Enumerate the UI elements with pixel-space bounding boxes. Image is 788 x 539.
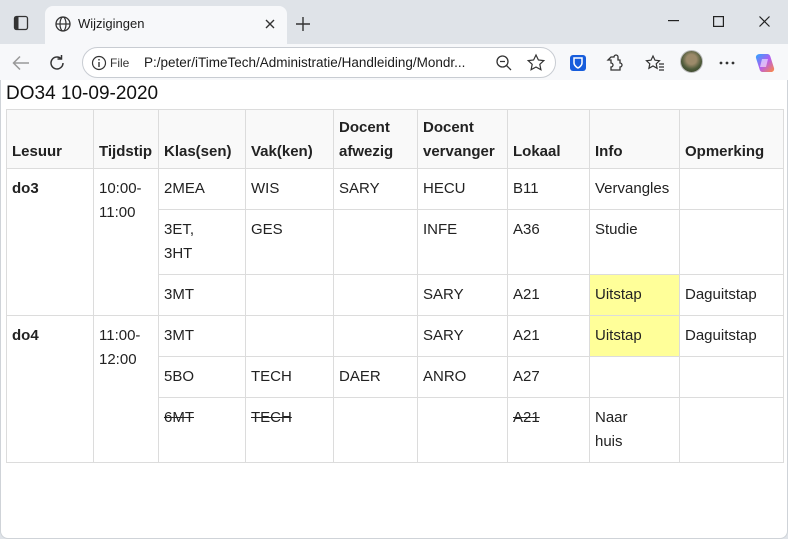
close-window-icon[interactable] (741, 6, 787, 36)
column-header: Docent afwezig (333, 109, 418, 169)
vervanger-cell: HECU (417, 168, 508, 210)
opmerking-cell (679, 209, 784, 275)
column-header: Lesuur (6, 109, 94, 169)
close-tab-icon[interactable] (259, 13, 281, 35)
column-header: Lokaal (507, 109, 590, 169)
tijdstip-cell: 10:00- 11:00 (93, 168, 159, 316)
opmerking-cell (679, 356, 784, 398)
opmerking-cell (679, 168, 784, 210)
vak-cell: WIS (245, 168, 334, 210)
opmerking-cell (679, 397, 784, 463)
afwezig-cell (333, 274, 418, 316)
globe-icon (54, 15, 72, 33)
vak-cell: GES (245, 209, 334, 275)
klas-cell: 3ET, 3HT (158, 209, 246, 275)
address-scheme: File (110, 56, 130, 70)
bitwarden-extension-icon[interactable] (563, 48, 593, 78)
address-url[interactable]: P:/peter/iTimeTech/Administratie/Handlei… (144, 55, 489, 70)
afwezig-cell: DAER (333, 356, 418, 398)
opmerking-cell: Daguitstap (679, 315, 784, 357)
vervanger-cell: SARY (417, 274, 508, 316)
tab-actions-icon[interactable] (8, 10, 34, 36)
vak-cell (245, 274, 334, 316)
vak-cell (245, 315, 334, 357)
klas-cell: 3MT (158, 274, 246, 316)
lokaal-cell: A21 (507, 315, 590, 357)
favorites-icon[interactable] (640, 48, 670, 78)
toolbar: File P:/peter/iTimeTech/Administratie/Ha… (0, 44, 788, 80)
copilot-icon[interactable] (750, 48, 780, 78)
new-tab-button[interactable] (290, 11, 316, 37)
vervanger-cell: SARY (417, 315, 508, 357)
lokaal-cell: B11 (507, 168, 590, 210)
afwezig-cell (333, 397, 418, 463)
info-cell: Uitstap (589, 315, 680, 357)
column-header: Klas(sen) (158, 109, 246, 169)
column-header: Opmerking (679, 109, 784, 169)
info-cell: Studie (589, 209, 680, 275)
afwezig-cell (333, 209, 418, 275)
favorite-star-icon[interactable] (526, 53, 546, 73)
zoom-out-icon[interactable] (495, 54, 513, 72)
info-cell (589, 356, 680, 398)
table-row: do3 10:00- 11:00 2MEA WIS SARY HECU B11 Vervang… (6, 168, 784, 316)
afwezig-cell: SARY (333, 168, 418, 210)
lesuur-cell: do3 (6, 168, 94, 316)
opmerking-cell: Daguitstap (679, 274, 784, 316)
extensions-icon[interactable] (599, 48, 629, 78)
info-cell: Vervangles (589, 168, 680, 210)
schedule-table: Lesuur Tijdstip Klas(sen) Vak(ken) Docen… (6, 109, 784, 463)
address-bar[interactable]: File P:/peter/iTimeTech/Administratie/Ha… (82, 47, 556, 78)
vervanger-cell: INFE (417, 209, 508, 275)
refresh-icon[interactable] (42, 48, 72, 78)
table-header-row: Lesuur Tijdstip Klas(sen) Vak(ken) Docen… (6, 109, 784, 169)
info-icon[interactable] (91, 55, 107, 71)
tijdstip-cell: 11:00- 12:00 (93, 315, 159, 463)
column-header: Tijdstip (93, 109, 159, 169)
klas-cell: 6MT (158, 397, 246, 463)
vervanger-cell: ANRO (417, 356, 508, 398)
column-header: Docent vervanger (417, 109, 508, 169)
klas-cell: 2MEA (158, 168, 246, 210)
tab-strip: Wijzigingen (0, 0, 788, 44)
table-row: do4 11:00- 12:00 3MT SARY A21 Uitstap Daguitst… (6, 315, 784, 463)
tab-title: Wijzigingen (78, 16, 145, 31)
more-options-icon[interactable] (712, 48, 742, 78)
vak-cell: TECH (245, 397, 334, 463)
back-icon[interactable] (6, 48, 36, 78)
info-cell: Uitstap (589, 274, 680, 316)
column-header: Vak(ken) (245, 109, 334, 169)
page-content: DO34 10-09-2020 Lesuur Tijdstip Klas(sen… (0, 80, 788, 539)
page-title: DO34 10-09-2020 (6, 83, 159, 104)
column-header: Info (589, 109, 680, 169)
profile-avatar[interactable] (680, 50, 703, 73)
klas-cell: 3MT (158, 315, 246, 357)
lokaal-cell: A27 (507, 356, 590, 398)
tab-wijzigingen[interactable]: Wijzigingen (45, 6, 287, 44)
lokaal-cell: A36 (507, 209, 590, 275)
info-cell: Naar huis (589, 397, 680, 463)
vak-cell: TECH (245, 356, 334, 398)
minimize-icon[interactable] (650, 6, 696, 36)
lesuur-cell: do4 (6, 315, 94, 463)
lokaal-cell: A21 (507, 397, 590, 463)
klas-cell: 5BO (158, 356, 246, 398)
afwezig-cell (333, 315, 418, 357)
vervanger-cell (417, 397, 508, 463)
lokaal-cell: A21 (507, 274, 590, 316)
maximize-icon[interactable] (695, 6, 741, 36)
